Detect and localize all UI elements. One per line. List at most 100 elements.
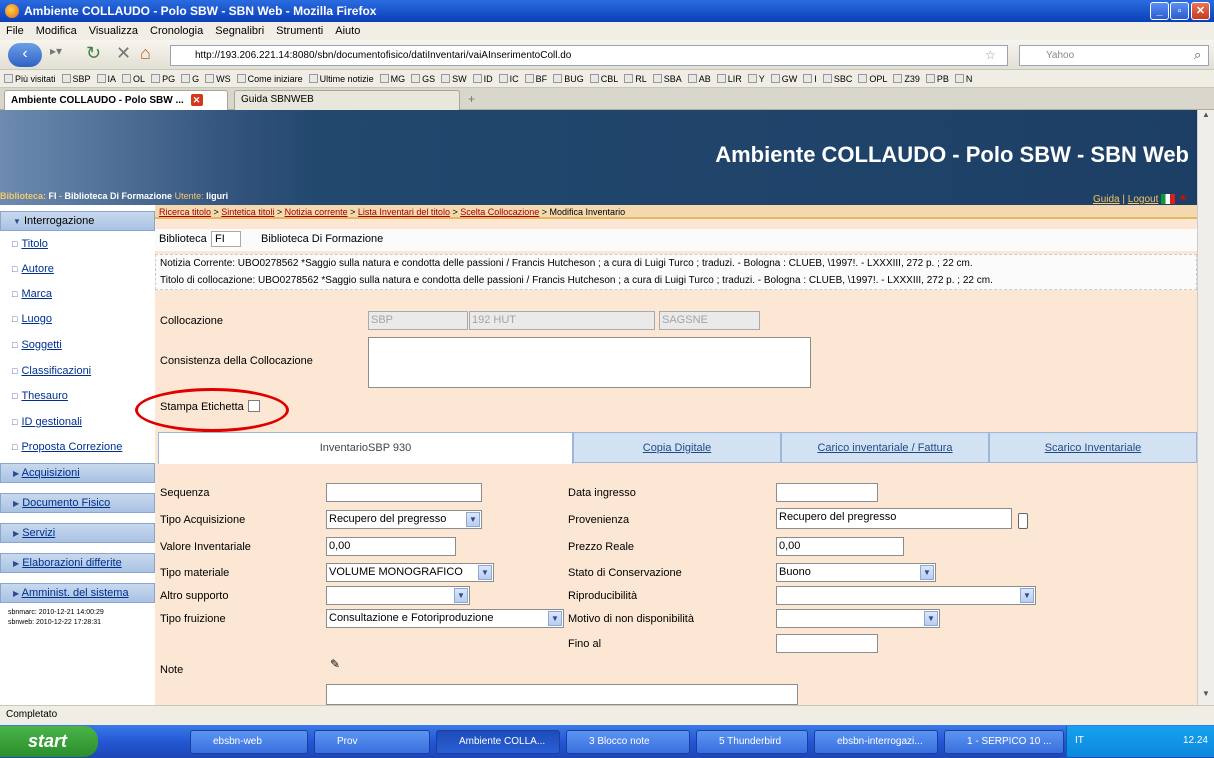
bookmark-item[interactable]: IA bbox=[96, 74, 116, 84]
bookmark-item[interactable]: Come iniziare bbox=[236, 74, 303, 84]
bookmark-item[interactable]: SW bbox=[441, 74, 467, 84]
sidebar-section-label[interactable]: Documento Fisico bbox=[22, 497, 110, 509]
tipo-fruizione-select[interactable]: Consultazione e Fotoriproduzione ▼ bbox=[326, 609, 564, 628]
bookmark-item[interactable]: Y bbox=[747, 74, 765, 84]
taskbar-item-serpico[interactable]: 1 - SERPICO 10 ... bbox=[944, 730, 1064, 754]
back-button[interactable]: ‹ bbox=[8, 43, 42, 67]
consistenza-textarea[interactable] bbox=[368, 337, 811, 388]
prezzo-reale-input[interactable]: 0,00 bbox=[776, 537, 904, 556]
tab-carico-inventariale[interactable]: Carico inventariale / Fattura bbox=[781, 432, 989, 463]
bookmark-item[interactable]: Z39 bbox=[893, 74, 920, 84]
reload-icon[interactable]: ↻ bbox=[86, 43, 101, 64]
sidebar-section-interrogazione[interactable]: ▼ Interrogazione bbox=[0, 211, 155, 231]
menu-strumenti[interactable]: Strumenti bbox=[276, 25, 323, 37]
valore-inventariale-input[interactable]: 0,00 bbox=[326, 537, 456, 556]
scroll-up-icon[interactable]: ▲ bbox=[1199, 110, 1213, 126]
bookmark-item[interactable]: CBL bbox=[589, 74, 618, 84]
sidebar-item-id-gestionali[interactable]: ID gestionali bbox=[12, 416, 82, 428]
sidebar-section-amministrazione[interactable]: ▶ Amminist. del sistema bbox=[0, 583, 155, 603]
start-button[interactable]: start bbox=[0, 726, 98, 757]
new-tab-icon[interactable]: + bbox=[468, 92, 475, 106]
search-icon[interactable]: ⌕ bbox=[1194, 47, 1201, 63]
sidebar-section-documento-fisico[interactable]: ▶ Documento Fisico bbox=[0, 493, 155, 513]
taskbar-item-ebsbn-web[interactable]: ebsbn-web bbox=[190, 730, 308, 754]
riproducibilita-select[interactable]: ▼ bbox=[776, 586, 1036, 605]
bookmark-item[interactable]: LIR bbox=[716, 74, 742, 84]
bookmark-item[interactable]: I bbox=[803, 74, 817, 84]
sidebar-item-label[interactable]: Marca bbox=[21, 288, 52, 300]
tab-copia-digitale[interactable]: Copia Digitale bbox=[573, 432, 781, 463]
bookmark-item[interactable]: PG bbox=[151, 74, 175, 84]
logout-link[interactable]: Logout bbox=[1128, 194, 1159, 205]
sidebar-item-label[interactable]: Autore bbox=[21, 263, 53, 275]
language-indicator[interactable]: IT bbox=[1067, 726, 1084, 756]
sequenza-input[interactable] bbox=[326, 483, 482, 502]
taskbar-item-ebsbn-interrogazioni[interactable]: ebsbn-interrogazi... bbox=[814, 730, 938, 754]
bookmark-item[interactable]: MG bbox=[379, 74, 405, 84]
sidebar-item-label[interactable]: Luogo bbox=[21, 313, 52, 325]
sidebar-section-label[interactable]: Amminist. del sistema bbox=[22, 587, 129, 599]
bookmark-item[interactable]: SBC bbox=[822, 74, 852, 84]
bookmark-item[interactable]: GW bbox=[770, 74, 797, 84]
motivo-non-disponibilita-select[interactable]: ▼ bbox=[776, 609, 940, 628]
sidebar-section-label[interactable]: Acquisizioni bbox=[22, 467, 80, 479]
bookmark-item[interactable]: BF bbox=[524, 74, 547, 84]
taskbar-item-prov[interactable]: Prov bbox=[314, 730, 430, 754]
fino-al-input[interactable] bbox=[776, 634, 878, 653]
stato-conservazione-select[interactable]: Buono ▼ bbox=[776, 563, 936, 582]
sidebar-item-label[interactable]: Classificazioni bbox=[21, 365, 91, 377]
breadcrumb-lista-inventari[interactable]: Lista Inventari del titolo bbox=[358, 207, 450, 217]
tab-ambiente-collaudo[interactable]: Ambiente COLLAUDO - Polo SBW ... ✕ bbox=[4, 90, 228, 110]
taskbar-item-thunderbird[interactable]: 5 Thunderbird bbox=[696, 730, 808, 754]
sidebar-section-label[interactable]: Servizi bbox=[22, 527, 55, 539]
sidebar-item-label[interactable]: ID gestionali bbox=[21, 416, 82, 428]
bookmark-item[interactable]: BUG bbox=[553, 74, 584, 84]
bookmark-item[interactable]: GS bbox=[411, 74, 435, 84]
breadcrumb-sintetica-titoli[interactable]: Sintetica titoli bbox=[221, 207, 274, 217]
bookmark-item[interactable]: OPL bbox=[858, 74, 887, 84]
url-bar[interactable]: http://193.206.221.14:8080/sbn/documento… bbox=[170, 45, 1008, 66]
sidebar-section-label[interactable]: Elaborazioni differite bbox=[22, 557, 121, 569]
stop-icon[interactable]: ✕ bbox=[116, 43, 131, 64]
clock[interactable]: 12.24 bbox=[1183, 735, 1208, 746]
clipboard-icon[interactable] bbox=[1018, 513, 1028, 529]
english-flag-icon[interactable]: ✶ bbox=[1178, 191, 1188, 205]
bookmark-item[interactable]: SBP bbox=[61, 74, 91, 84]
menu-cronologia[interactable]: Cronologia bbox=[150, 25, 203, 37]
scroll-down-icon[interactable]: ▼ bbox=[1199, 689, 1213, 705]
sidebar-item-thesauro[interactable]: Thesauro bbox=[12, 390, 67, 402]
bookmark-item[interactable]: OL bbox=[122, 74, 145, 84]
breadcrumb-ricerca-titolo[interactable]: Ricerca titolo bbox=[159, 207, 211, 217]
sidebar-section-servizi[interactable]: ▶ Servizi bbox=[0, 523, 155, 543]
bookmark-item[interactable]: G bbox=[181, 74, 199, 84]
bookmark-item[interactable]: Più visitati bbox=[4, 74, 56, 84]
bookmark-item[interactable]: RL bbox=[624, 74, 647, 84]
forward-dropdown-icon[interactable]: ▸▾ bbox=[50, 44, 62, 58]
sidebar-item-label[interactable]: Soggetti bbox=[21, 339, 61, 351]
bookmark-item[interactable]: WS bbox=[205, 74, 231, 84]
sidebar-item-label[interactable]: Thesauro bbox=[21, 390, 67, 402]
tab-close-icon[interactable]: ✕ bbox=[190, 94, 203, 106]
sidebar-item-soggetti[interactable]: Soggetti bbox=[12, 339, 61, 351]
taskbar-item-blocco-note[interactable]: 3 Blocco note bbox=[566, 730, 690, 754]
menu-modifica[interactable]: Modifica bbox=[36, 25, 77, 37]
home-icon[interactable]: ⌂ bbox=[140, 43, 151, 64]
sidebar-item-titolo[interactable]: Titolo bbox=[12, 238, 48, 250]
taskbar-item-ambiente[interactable]: Ambiente COLLA... bbox=[436, 730, 560, 754]
bookmark-item[interactable]: SBA bbox=[652, 74, 682, 84]
close-button[interactable]: ✕ bbox=[1191, 2, 1210, 20]
breadcrumb-scelta-collocazione[interactable]: Scelta Collocazione bbox=[460, 207, 539, 217]
menu-visualizza[interactable]: Visualizza bbox=[89, 25, 138, 37]
sidebar-item-marca[interactable]: Marca bbox=[12, 288, 52, 300]
note-textarea[interactable] bbox=[326, 684, 798, 705]
data-ingresso-input[interactable] bbox=[776, 483, 878, 502]
sidebar-item-label[interactable]: Proposta Correzione bbox=[21, 441, 122, 453]
tab-guida-sbnweb[interactable]: Guida SBNWEB bbox=[234, 90, 460, 110]
minimize-button[interactable]: _ bbox=[1150, 2, 1169, 20]
sidebar-item-autore[interactable]: Autore bbox=[12, 263, 53, 275]
sidebar-section-elaborazioni[interactable]: ▶ Elaborazioni differite bbox=[0, 553, 155, 573]
breadcrumb-notizia-corrente[interactable]: Notizia corrente bbox=[285, 207, 348, 217]
menu-aiuto[interactable]: Aiuto bbox=[335, 25, 360, 37]
sidebar-section-acquisizioni[interactable]: ▶ Acquisizioni bbox=[0, 463, 155, 483]
tab-label[interactable]: Copia Digitale bbox=[643, 442, 711, 454]
